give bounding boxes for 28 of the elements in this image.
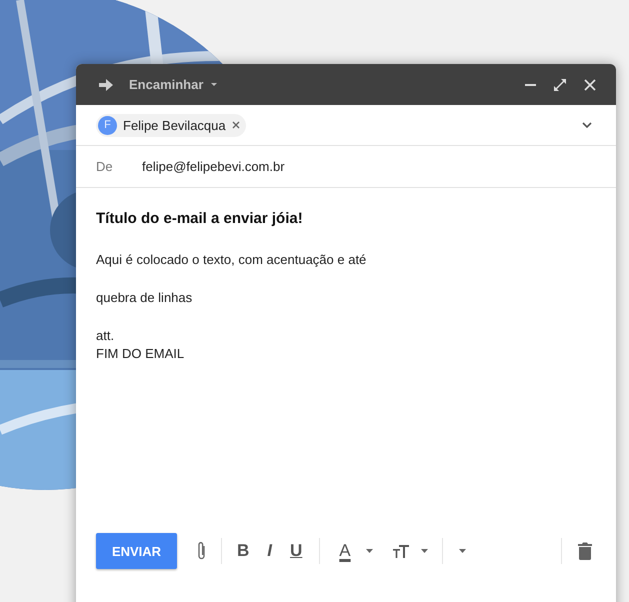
- remove-icon[interactable]: [232, 121, 240, 129]
- message-text: Aqui é colocado o texto, com acentuação e até: [96, 251, 368, 269]
- window-title[interactable]: Encaminhar: [129, 77, 204, 92]
- send-button[interactable]: ENVIAR: [96, 533, 177, 569]
- avatar: F: [98, 116, 117, 134]
- message-text: att.: [96, 327, 116, 345]
- caret-icon[interactable]: [458, 549, 466, 553]
- format-button[interactable]: U: [287, 533, 306, 569]
- close-icon[interactable]: [584, 78, 596, 90]
- minimize-icon[interactable]: [525, 84, 536, 86]
- expand-icon[interactable]: [554, 78, 566, 90]
- text-size-icon[interactable]: [392, 545, 409, 558]
- forward-arrow-icon: [99, 78, 113, 90]
- from-address[interactable]: felipe@felipebevi.com.br: [142, 159, 285, 174]
- caret-icon[interactable]: [366, 549, 373, 553]
- message-text: FIM DO EMAIL: [96, 345, 186, 363]
- text-color-button[interactable]: A: [336, 533, 354, 569]
- format-button[interactable]: B: [234, 533, 252, 569]
- from-label: De: [96, 159, 114, 174]
- caret-icon[interactable]: [420, 549, 428, 553]
- paperclip-icon[interactable]: [197, 541, 207, 561]
- message-text: quebra de linhas: [96, 289, 194, 307]
- chevron-down-icon[interactable]: [582, 122, 592, 128]
- message-title: Título do e-mail a enviar jóia!: [96, 210, 304, 227]
- recipient-chip[interactable]: F Felipe Bevilacqua: [96, 114, 246, 136]
- format-button[interactable]: I: [264, 533, 276, 569]
- trash-icon[interactable]: [578, 542, 592, 560]
- caret-icon[interactable]: [211, 83, 218, 86]
